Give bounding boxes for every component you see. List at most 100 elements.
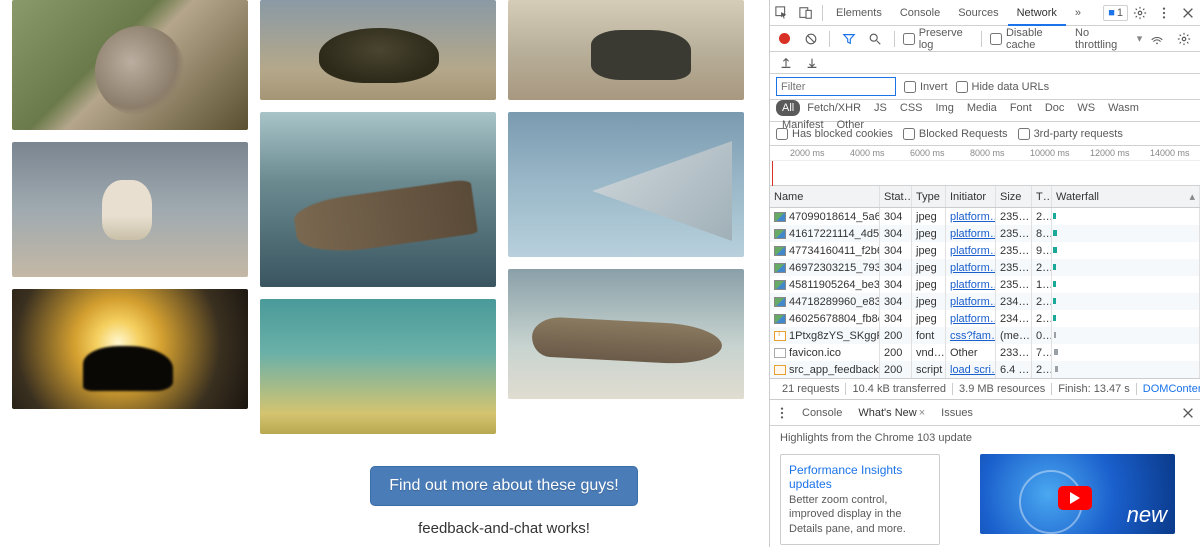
preserve-log-checkbox[interactable]: Preserve log	[903, 27, 973, 51]
file-type-icon	[774, 314, 786, 324]
request-row[interactable]: src_app_feedback-…200scriptload scri…6.4…	[770, 361, 1200, 378]
inspect-element-icon[interactable]	[770, 1, 794, 25]
drawer-kebab-icon[interactable]	[770, 401, 794, 425]
request-row[interactable]: 46025678804_fb8c…304jpegplatform…234…2…	[770, 310, 1200, 327]
request-row[interactable]: 47734160411_f2b6…304jpegplatform…235…9…	[770, 242, 1200, 259]
gallery-image[interactable]	[12, 142, 248, 277]
request-row[interactable]: 46972303215_793…304jpegplatform…235…2…	[770, 259, 1200, 276]
filter-type-font[interactable]: Font	[1004, 100, 1038, 116]
file-type-icon	[774, 212, 786, 222]
drawer-tab-bar: Console What's New× Issues	[770, 400, 1200, 426]
request-row[interactable]: 1Ptxg8zYS_SKggP…200fontcss?fam…(me…0…	[770, 327, 1200, 344]
col-type: Type	[912, 186, 946, 207]
hide-data-urls-checkbox[interactable]: Hide data URLs	[956, 81, 1050, 93]
blocked-requests-checkbox[interactable]: Blocked Requests	[903, 128, 1008, 140]
whatsnew-card[interactable]: Performance Insights updates Better zoom…	[780, 454, 940, 545]
drawer-tab-issues[interactable]: Issues	[933, 400, 981, 426]
summary-transferred: 10.4 kB transferred	[846, 383, 953, 395]
col-time: T…	[1032, 186, 1052, 207]
search-icon[interactable]	[864, 27, 886, 51]
file-type-icon	[774, 229, 786, 239]
table-header[interactable]: Name Stat… Type Initiator Size T… Waterf…	[770, 186, 1200, 208]
network-settings-gear-icon[interactable]	[1172, 27, 1196, 51]
gallery-image[interactable]	[508, 0, 744, 100]
request-row[interactable]: 41617221114_4d5…304jpegplatform…235…8…	[770, 225, 1200, 242]
clear-icon[interactable]	[800, 27, 822, 51]
filter-type-js[interactable]: JS	[868, 100, 893, 116]
has-blocked-cookies-checkbox[interactable]: Has blocked cookies	[776, 128, 893, 140]
settings-gear-icon[interactable]	[1128, 1, 1152, 25]
network-request-table: Name Stat… Type Initiator Size T… Waterf…	[770, 186, 1200, 378]
gallery-image[interactable]	[12, 289, 248, 409]
filter-type-all[interactable]: All	[776, 100, 800, 116]
disable-cache-checkbox[interactable]: Disable cache	[990, 27, 1067, 51]
more-tabs-icon[interactable]: »	[1066, 0, 1090, 26]
device-toolbar-icon[interactable]	[794, 1, 818, 25]
request-row[interactable]: 47099018614_5a6…304jpegplatform…235…2…	[770, 208, 1200, 225]
filter-type-media[interactable]: Media	[961, 100, 1003, 116]
request-row[interactable]: favicon.ico200vnd…Other233…7…	[770, 344, 1200, 361]
whatsnew-video[interactable]	[980, 454, 1175, 534]
request-row[interactable]: 44718289960_e83…304jpegplatform…234…2…	[770, 293, 1200, 310]
chevron-down-icon[interactable]: ▾	[1137, 32, 1143, 45]
summary-domcontentloaded: DOMContentLoaded: 24	[1137, 383, 1200, 395]
whatsnew-highlight: Highlights from the Chrome 103 update	[770, 426, 1200, 450]
file-type-icon	[774, 297, 786, 307]
filter-type-img[interactable]: Img	[930, 100, 960, 116]
close-icon[interactable]	[1176, 1, 1200, 25]
timeline-tick: 12000 ms	[1090, 148, 1130, 158]
upload-har-icon[interactable]	[774, 51, 798, 75]
filter-icon[interactable]	[838, 27, 860, 51]
summary-resources: 3.9 MB resources	[953, 383, 1052, 395]
filter-type-ws[interactable]: WS	[1071, 100, 1101, 116]
gallery-image[interactable]	[508, 112, 744, 257]
import-export-row	[770, 52, 1200, 74]
gallery-image[interactable]	[260, 112, 496, 287]
filter-type-fetch-xhr[interactable]: Fetch/XHR	[801, 100, 867, 116]
network-summary: 21 requests 10.4 kB transferred 3.9 MB r…	[770, 378, 1200, 400]
network-timeline[interactable]: 2000 ms4000 ms6000 ms8000 ms10000 ms1200…	[770, 146, 1200, 186]
col-name: Name	[770, 186, 880, 207]
file-type-icon	[774, 365, 786, 375]
timeline-tick: 2000 ms	[790, 148, 825, 158]
filter-input[interactable]	[776, 77, 896, 96]
request-row[interactable]: 45811905264_be3…304jpegplatform…235…1…	[770, 276, 1200, 293]
throttling-select[interactable]: No throttling	[1071, 27, 1133, 51]
devtools-tab-bar: Elements Console Sources Network » ■1	[770, 0, 1200, 26]
file-type-icon	[774, 246, 786, 256]
file-type-icon	[774, 348, 786, 358]
drawer-tab-whatsnew[interactable]: What's New×	[850, 400, 933, 426]
kebab-menu-icon[interactable]	[1152, 1, 1176, 25]
col-status: Stat…	[880, 186, 912, 207]
third-party-checkbox[interactable]: 3rd-party requests	[1018, 128, 1123, 140]
drawer-close-icon[interactable]	[1176, 401, 1200, 425]
tab-console[interactable]: Console	[891, 0, 949, 26]
tab-sources[interactable]: Sources	[949, 0, 1007, 26]
messages-badge[interactable]: ■1	[1103, 5, 1128, 21]
gallery-image[interactable]	[12, 0, 248, 130]
record-button[interactable]	[774, 27, 796, 51]
gallery-image[interactable]	[260, 299, 496, 434]
gallery-image[interactable]	[260, 0, 496, 100]
tab-elements[interactable]: Elements	[827, 0, 891, 26]
play-icon[interactable]	[1058, 486, 1092, 510]
download-har-icon[interactable]	[800, 51, 824, 75]
close-tab-icon[interactable]: ×	[919, 407, 925, 419]
filter-type-wasm[interactable]: Wasm	[1102, 100, 1145, 116]
filter-type-row: AllFetch/XHRJSCSSImgMediaFontDocWSWasmMa…	[770, 100, 1200, 122]
timeline-tick: 6000 ms	[910, 148, 945, 158]
filter-row: Invert Hide data URLs	[770, 74, 1200, 100]
network-conditions-icon[interactable]	[1146, 27, 1168, 51]
gallery-image[interactable]	[508, 269, 744, 399]
filter-type-doc[interactable]: Doc	[1039, 100, 1071, 116]
network-toolbar: Preserve log Disable cache No throttling…	[770, 26, 1200, 52]
file-type-icon	[774, 263, 786, 273]
filter-type-css[interactable]: CSS	[894, 100, 929, 116]
tab-network[interactable]: Network	[1008, 0, 1066, 26]
devtools-panel: Elements Console Sources Network » ■1 Pr…	[769, 0, 1200, 547]
drawer-tab-console[interactable]: Console	[794, 400, 850, 426]
summary-requests: 21 requests	[776, 383, 846, 395]
invert-checkbox[interactable]: Invert	[904, 81, 948, 93]
timeline-tick: 14000 ms	[1150, 148, 1190, 158]
timeline-tick: 4000 ms	[850, 148, 885, 158]
